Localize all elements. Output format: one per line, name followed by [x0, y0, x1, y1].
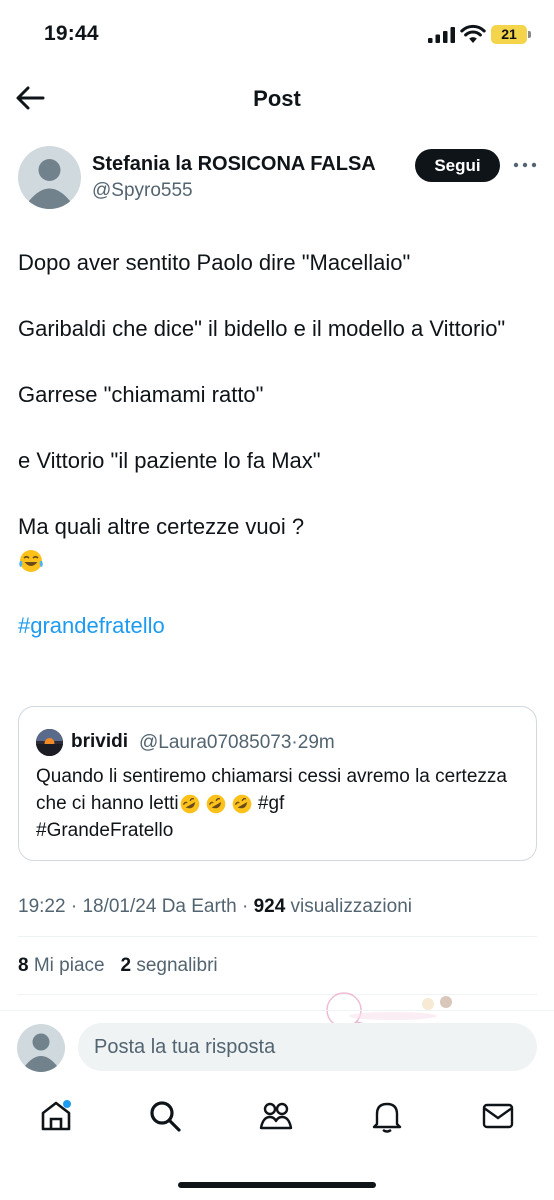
- communities-icon[interactable]: [258, 1098, 294, 1134]
- messages-icon[interactable]: [480, 1098, 516, 1134]
- quoted-meta: @Laura07085073·29m: [139, 732, 335, 754]
- quoted-time-ago: 29m: [297, 732, 335, 753]
- bottom-tab-bar: [0, 1090, 554, 1150]
- likes-label[interactable]: Mi piace: [34, 955, 105, 976]
- post-source: Da Earth: [161, 896, 237, 917]
- battery-icon: 21: [491, 25, 527, 44]
- author-display-name[interactable]: Stefania la ROSICONA FALSA: [92, 153, 376, 176]
- home-indicator: [178, 1182, 376, 1188]
- cellular-signal-icon: [428, 27, 455, 43]
- post-emoji-line: [18, 543, 538, 576]
- post-line: Garrese "chiamami ratto": [18, 382, 264, 407]
- rofl-emoji-icon: [232, 794, 251, 814]
- reply-bar: Posta la tua risposta: [0, 1010, 554, 1082]
- default-avatar-icon: [29, 159, 70, 209]
- post-text: Dopo aver sentito Paolo dire "Macellaio"…: [18, 246, 538, 642]
- quoted-author-name: brividi: [71, 731, 129, 752]
- page-title: Post: [253, 86, 301, 111]
- post-line: Dopo aver sentito Paolo dire "Macellaio": [18, 250, 411, 275]
- bookmarks-label[interactable]: segnalibri: [136, 955, 217, 976]
- rofl-emoji-icon: [206, 794, 225, 814]
- post-line: e Vittorio "il paziente lo fa Max": [18, 448, 321, 473]
- battery-tip: [528, 31, 531, 38]
- views-label[interactable]: visualizzazioni: [291, 896, 412, 917]
- meta-separator: ·: [70, 896, 78, 917]
- post-timestamp: 19:22 · 18/01/24 Da Earth · 924 visualiz…: [18, 896, 412, 918]
- post-hashtag[interactable]: #grandefratello: [18, 609, 538, 642]
- header: Post: [0, 74, 554, 124]
- author-avatar[interactable]: [18, 146, 81, 209]
- views-count: 924: [253, 896, 286, 917]
- sunset-avatar-icon: [36, 729, 63, 756]
- quoted-hashtag-grandefratello[interactable]: #GrandeFratello: [36, 820, 173, 841]
- reply-input[interactable]: Posta la tua risposta: [78, 1023, 537, 1071]
- tears-of-joy-emoji-icon: [19, 550, 43, 573]
- likes-count: 8: [18, 955, 29, 976]
- post-time: 19:22: [18, 896, 66, 917]
- search-icon[interactable]: [147, 1098, 183, 1134]
- meta-separator: ·: [241, 896, 249, 917]
- notifications-icon[interactable]: [369, 1098, 405, 1134]
- quoted-author-handle: @Laura07085073: [139, 732, 292, 753]
- battery-level: 21: [501, 26, 517, 42]
- quoted-text: Quando li sentiremo chiamarsi cessi avre…: [36, 763, 526, 844]
- more-options-icon[interactable]: [512, 155, 538, 175]
- bookmarks-count: 2: [120, 955, 132, 976]
- status-time: 19:44: [44, 22, 99, 45]
- author-handle[interactable]: @Spyro555: [92, 180, 193, 202]
- post-date: 18/01/24: [82, 896, 157, 917]
- quoted-author-avatar[interactable]: [36, 729, 63, 756]
- rofl-emoji-icon: [180, 794, 199, 814]
- current-user-avatar[interactable]: [17, 1024, 65, 1072]
- quoted-post[interactable]: brividi @Laura07085073·29m Quando li sen…: [18, 706, 537, 861]
- post-line: Ma quali altre certezze vuoi ?: [18, 514, 305, 539]
- divider: [18, 936, 537, 937]
- post-line: Garibaldi che dice" il bidello e il mode…: [18, 316, 506, 341]
- home-icon[interactable]: [38, 1098, 74, 1134]
- post-stats: 8 Mi piace 2 segnalibri: [18, 955, 218, 977]
- wifi-icon: [460, 24, 486, 43]
- follow-button[interactable]: Segui: [415, 149, 500, 182]
- status-bar: 19:44 21: [0, 0, 554, 70]
- default-avatar-icon: [25, 1033, 57, 1072]
- quoted-hashtag-gf[interactable]: #gf: [258, 793, 284, 814]
